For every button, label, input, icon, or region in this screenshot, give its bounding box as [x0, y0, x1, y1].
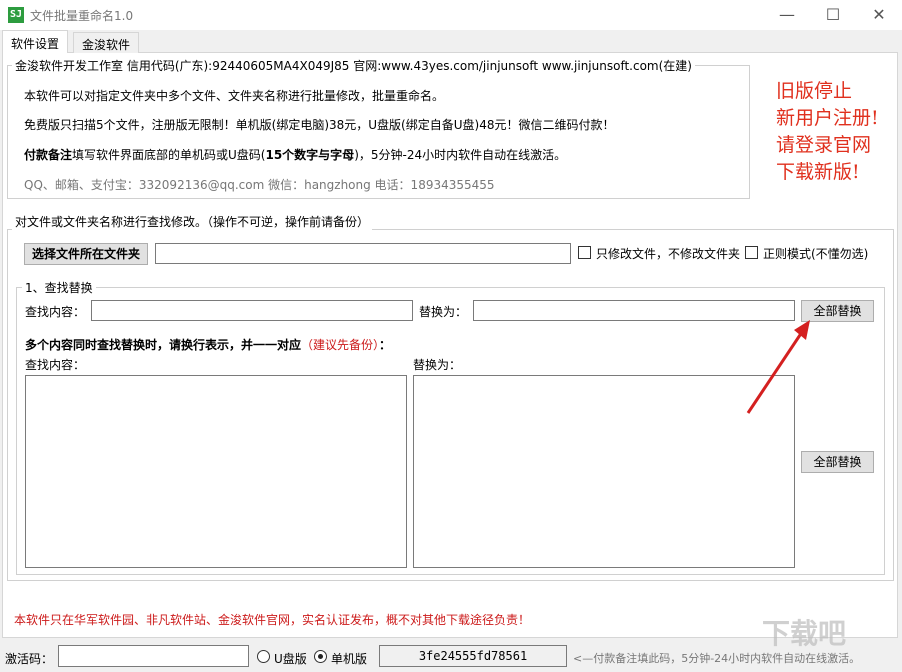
find-input[interactable]	[91, 300, 413, 321]
usb-version-label: U盘版	[274, 652, 307, 666]
watermark-logo: 下载吧	[762, 617, 847, 650]
find-replace-legend: 1、查找替换	[22, 279, 96, 296]
tab-software-settings[interactable]: 软件设置	[2, 30, 69, 53]
multi-replace-all-button[interactable]: 全部替换	[801, 451, 874, 473]
multi-hint: 多个内容同时查找替换时，请换行表示，并一一对应（建议先备份）：	[25, 336, 391, 353]
old-version-notice: 旧版停止 新用户注册! 请登录官网 下载新版!	[776, 80, 879, 183]
regex-mode-label: 正则模式(不懂勿选)	[763, 247, 869, 261]
info-legend: 金浚软件开发工作室 信用代码(广东):92440605MA4X049J85 官网…	[12, 57, 695, 74]
activation-code-input[interactable]	[58, 645, 249, 667]
payment-note-end: )，5分钟-24小时内软件自动在线激活。	[354, 148, 567, 162]
multi-find-textarea[interactable]	[25, 375, 407, 568]
rename-legend: 对文件或文件夹名称进行查找修改。（操作不可逆，操作前请备份）	[12, 213, 373, 230]
activation-label: 激活码：	[5, 652, 54, 666]
info-line-3: 付款备注填写软件界面底部的单机码或U盘码(15个数字与字母)，5分钟-24小时内…	[24, 146, 566, 163]
pc-version-label: 单机版	[331, 652, 368, 666]
contact-info: QQ、邮箱、支付宝：332092136@qq.com 微信：hangzhong …	[24, 178, 495, 192]
title-bar: SJ 文件批量重命名1.0 — ☐ ✕	[0, 0, 902, 30]
multi-replace-label: 替换为：	[413, 358, 462, 372]
maximize-button[interactable]: ☐	[810, 0, 856, 30]
find-label: 查找内容：	[25, 305, 86, 319]
info-line-1: 本软件可以对指定文件夹中多个文件、文件夹名称进行批量修改，批量重命名。	[24, 89, 445, 103]
pc-version-radio[interactable]	[314, 650, 327, 663]
minimize-button[interactable]: —	[764, 0, 810, 30]
only-files-label: 只修改文件，不修改文件夹	[596, 247, 741, 261]
payment-note-label: 付款备注	[24, 148, 73, 162]
machine-code-hint: <—付款备注填此码，5分钟-24小时内软件自动在线激活。	[573, 652, 861, 665]
multi-find-label: 查找内容：	[25, 358, 86, 372]
replace-label: 替换为：	[419, 305, 468, 319]
only-files-checkbox[interactable]	[578, 246, 591, 259]
close-button[interactable]: ✕	[856, 0, 902, 30]
info-line-2: 免费版只扫描5个文件，注册版无限制！单机版(绑定电脑)38元，U盘版(绑定自备U…	[24, 118, 615, 132]
window-title: 文件批量重命名1.0	[30, 9, 134, 23]
multi-hint-colon: ：	[379, 338, 392, 352]
tab-jinjun-software[interactable]: 金浚软件	[73, 32, 140, 53]
multi-hint-backup: （建议先备份）	[301, 338, 380, 352]
app-icon: SJ	[8, 7, 24, 23]
payment-note-text: 填写软件界面底部的单机码或U盘码(	[72, 148, 266, 162]
choose-folder-button[interactable]: 选择文件所在文件夹	[24, 243, 148, 265]
red-arrow-annotation	[746, 320, 810, 414]
disclaimer: 本软件只在华军软件园、非凡软件站、金浚软件官网，实名认证发布，概不对其他下载途径…	[14, 613, 531, 627]
regex-mode-checkbox[interactable]	[745, 246, 758, 259]
folder-path-input[interactable]	[155, 243, 571, 264]
multi-replace-textarea[interactable]	[413, 375, 795, 568]
machine-code-field: 3fe24555fd78561	[379, 645, 567, 667]
usb-version-radio[interactable]	[257, 650, 270, 663]
multi-hint-text: 多个内容同时查找替换时，请换行表示，并一一对应	[25, 338, 302, 352]
payment-note-bold: 15个数字与字母	[265, 148, 355, 162]
